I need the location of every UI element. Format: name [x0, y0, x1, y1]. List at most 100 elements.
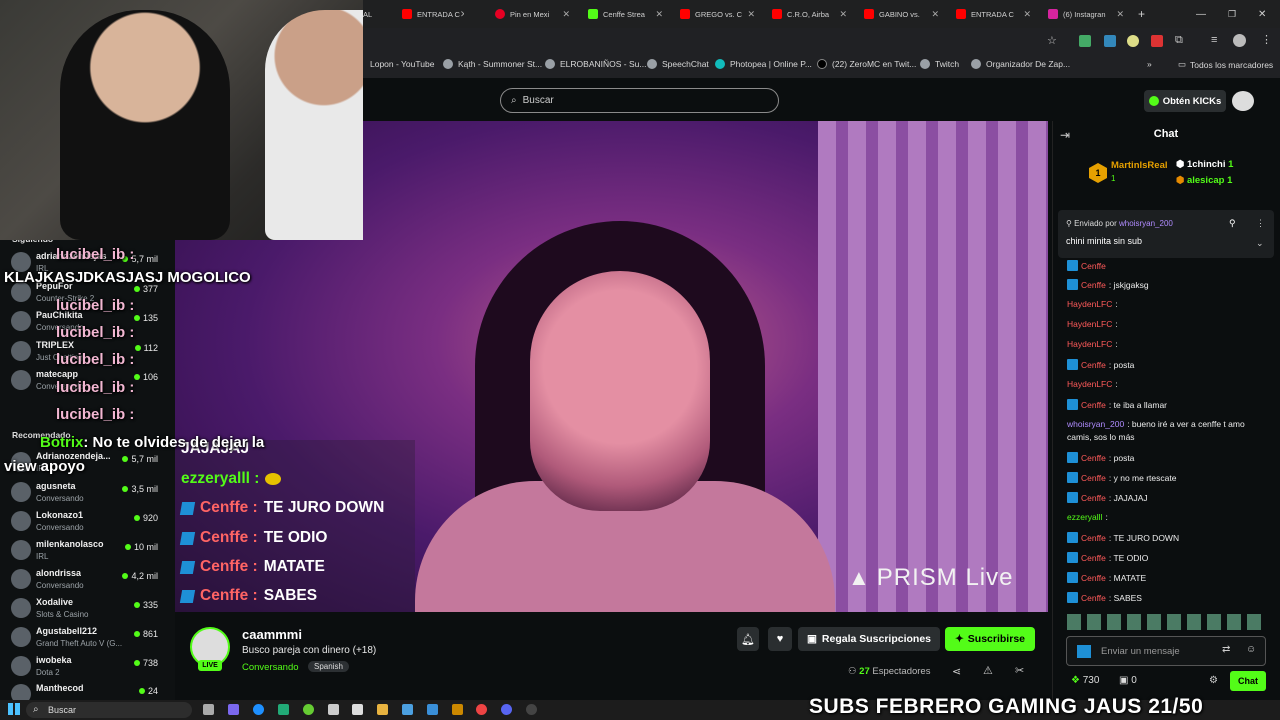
viewer-count: 738 — [133, 658, 158, 668]
sidebar-channel[interactable]: milenkanolasco IRL 10 mil — [0, 536, 175, 565]
app-icon[interactable] — [452, 704, 463, 715]
sidebar-channel[interactable]: Xodalive Slots & Casino 335 — [0, 594, 175, 623]
browser-tab[interactable]: (6) Instagran ✕ — [1048, 4, 1124, 24]
restore-button[interactable]: ❐ — [1228, 4, 1240, 24]
stream-category[interactable]: Conversando — [242, 662, 299, 673]
menu-icon[interactable]: ⋮ — [1261, 33, 1272, 46]
report-icon[interactable]: ⚠ — [983, 664, 993, 677]
viewer-count: 861 — [133, 629, 158, 639]
sidebar-channel[interactable]: alondrissa Conversando 4,2 mil — [0, 565, 175, 594]
translate-icon[interactable]: ⇄ — [1222, 644, 1230, 655]
browser-tab[interactable]: Cenffe Strea ✕ — [588, 4, 663, 24]
channel-name[interactable]: caammmi — [242, 627, 302, 642]
avatar — [11, 569, 31, 589]
channel-category: Dota 2 — [36, 668, 60, 677]
emote-bar[interactable] — [1067, 614, 1267, 630]
browser-tab[interactable]: C.R.O, Airba ✕ — [772, 4, 847, 24]
chevron-down-icon[interactable]: ⌄ — [1256, 238, 1264, 249]
drops-count[interactable]: ▣ 0 — [1119, 675, 1137, 686]
all-bookmarks[interactable]: ▭ Todos los marcadores — [1178, 59, 1273, 70]
bookmark[interactable]: ELROBANIÑOS - Su... — [545, 59, 646, 69]
close-icon[interactable]: ✕ — [655, 9, 663, 20]
app-icon[interactable] — [328, 704, 339, 715]
obs-icon[interactable] — [526, 704, 537, 715]
sidebar-channel[interactable]: Lokonazo1 Conversando 920 — [0, 507, 175, 536]
extension-icon[interactable] — [1151, 35, 1163, 47]
app-icon[interactable] — [352, 704, 363, 715]
badge-icon — [179, 589, 196, 603]
channel-points[interactable]: ❖ 730 — [1071, 675, 1099, 686]
get-kicks-button[interactable]: Obtén KICKs — [1144, 90, 1226, 112]
new-tab-button[interactable]: + — [1138, 4, 1150, 24]
youtube-icon — [680, 9, 690, 19]
bookmark[interactable]: Twitch — [920, 59, 959, 69]
top-gifter-name[interactable]: MartinIsReal — [1111, 160, 1168, 171]
bookmarks-overflow-button[interactable]: » — [1147, 59, 1152, 69]
discord-icon[interactable] — [501, 704, 512, 715]
bookmark[interactable]: (22) ZeroMC en Twit... — [817, 59, 916, 69]
pinned-message[interactable]: ⚲ Enviado por whoisryan_200 chini minita… — [1058, 210, 1274, 258]
close-icon[interactable]: ✕ — [1023, 9, 1031, 20]
send-chat-button[interactable]: Chat — [1230, 671, 1266, 691]
notification-bell-button[interactable]: 🔔︎ — [737, 627, 759, 651]
pin-icon[interactable]: ⚲ — [1229, 218, 1236, 229]
close-icon[interactable]: ✕ — [1116, 9, 1124, 20]
search-input[interactable]: ⌕ Buscar — [500, 88, 779, 113]
edge-icon[interactable] — [253, 704, 264, 715]
bookmark[interactable]: SpeechChat — [647, 59, 709, 69]
browser-tab[interactable]: Pin en Mexi ✕ — [495, 4, 570, 24]
profile-avatar[interactable] — [1233, 34, 1246, 47]
app-icon[interactable] — [427, 704, 438, 715]
task-view-icon[interactable] — [203, 704, 214, 715]
user-avatar[interactable] — [1232, 91, 1254, 111]
xbox-icon[interactable] — [303, 704, 314, 715]
sidebar-channel[interactable]: Agustabell212 Grand Theft Auto V (G... 861 — [0, 623, 175, 652]
clip-icon[interactable]: ✂ — [1015, 664, 1024, 677]
browser-tab[interactable]: GABINO vs. ✕ — [864, 4, 939, 24]
emoji-icon[interactable]: ☺ — [1246, 644, 1256, 655]
top-gifter-name[interactable]: ⬢ 1chinchi 1 — [1176, 159, 1233, 170]
share-icon[interactable]: ⋖ — [952, 665, 961, 678]
chat-message-input[interactable]: Enviar un mensaje ⇄ ☺ — [1066, 636, 1266, 666]
gear-icon[interactable]: ⚙ — [1209, 675, 1218, 686]
app-icon[interactable] — [278, 704, 289, 715]
minimize-button[interactable]: — — [1196, 4, 1208, 24]
overlay-chat-line: lucibel_ib : — [56, 406, 135, 423]
app-icon[interactable] — [402, 704, 413, 715]
extension-icon[interactable] — [1127, 35, 1139, 47]
extension-icon[interactable] — [1104, 35, 1116, 47]
browser-tab[interactable]: GREGO vs. C ✕ — [680, 4, 755, 24]
language-tag[interactable]: Spanish — [308, 661, 349, 672]
star-icon[interactable]: ☆ — [1047, 34, 1057, 47]
close-icon[interactable]: ✕ — [562, 9, 570, 20]
window-close-button[interactable]: ✕ — [1258, 4, 1270, 24]
channel-category: Conversando — [36, 523, 84, 532]
gift-subs-button[interactable]: ▣ Regala Suscripciones — [798, 627, 940, 651]
subscribe-button[interactable]: ✦ Suscribirse — [945, 627, 1035, 651]
app-icon[interactable] — [228, 704, 239, 715]
close-icon[interactable]: ✕ — [460, 9, 464, 20]
sidebar-channel[interactable]: iwobeka Dota 2 738 — [0, 652, 175, 681]
more-icon[interactable]: ⋮ — [1256, 218, 1265, 229]
top-gifter-name[interactable]: ⬢ alesicap 1 — [1176, 175, 1232, 186]
close-icon[interactable]: ✕ — [839, 9, 847, 20]
extension-icon[interactable] — [1079, 35, 1091, 47]
avatar — [11, 311, 31, 331]
close-icon[interactable]: ✕ — [931, 9, 939, 20]
bookmark[interactable]: Kąth - Summoner St... — [443, 59, 542, 69]
windows-start-icon[interactable] — [8, 703, 20, 715]
bookmark[interactable]: Photopea | Online P... — [715, 59, 812, 69]
chrome-icon[interactable] — [476, 704, 487, 715]
browser-tab[interactable]: ENTRADA C ✕ — [402, 4, 464, 24]
close-icon[interactable]: ✕ — [747, 9, 755, 20]
puzzle-icon[interactable]: ⧉ — [1175, 34, 1183, 47]
file-explorer-icon[interactable] — [377, 704, 388, 715]
tab-search-icon[interactable]: ≡ — [1211, 34, 1217, 46]
follow-button[interactable]: ♥ — [768, 627, 792, 651]
taskbar-search[interactable]: ⌕ Buscar — [26, 702, 192, 718]
bookmark[interactable]: Organizador De Zap... — [971, 59, 1070, 69]
browser-tab[interactable]: AL — [363, 4, 393, 24]
browser-tab[interactable]: ENTRADA C ✕ — [956, 4, 1031, 24]
bookmark[interactable]: Lopon - YouTube — [370, 59, 434, 69]
sidebar-channel[interactable]: agusneta Conversando 3,5 mil — [0, 478, 175, 507]
